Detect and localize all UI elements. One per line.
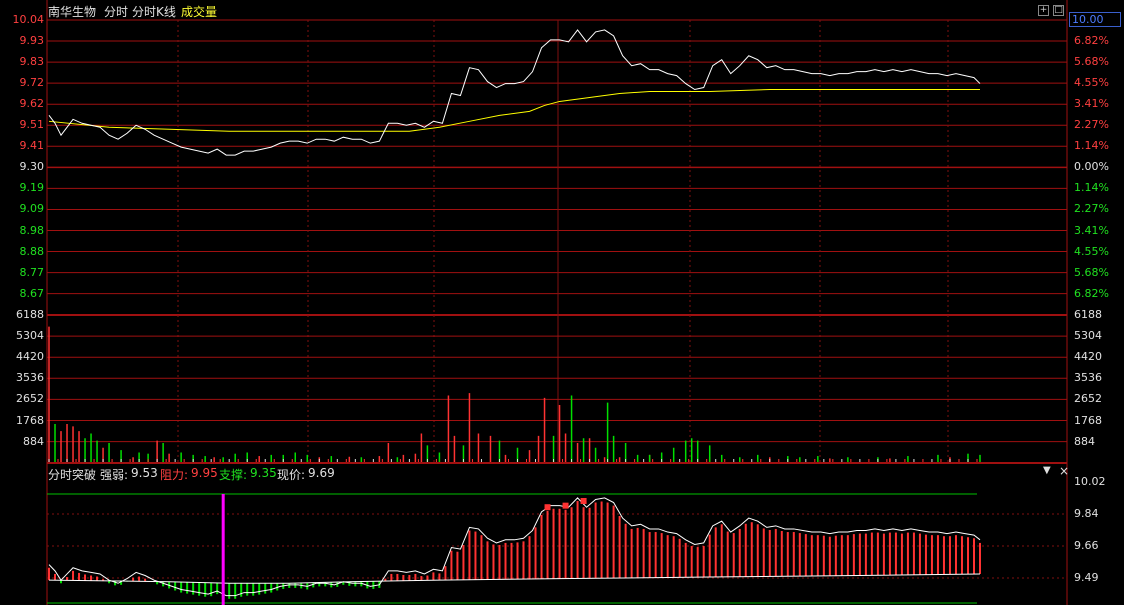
price-tick-label: 10.04 bbox=[12, 13, 45, 26]
volume-tick-right: 3536 bbox=[1074, 371, 1102, 385]
strength-line bbox=[48, 573, 981, 584]
current-price-value: 9.69 bbox=[308, 466, 335, 480]
tab-intraday[interactable]: 分时 bbox=[104, 3, 128, 20]
percent-tick-label: 1.14% bbox=[1074, 181, 1109, 195]
dropdown-icon[interactable]: ▼ bbox=[1043, 465, 1051, 476]
tab-kline[interactable]: 分时K线 bbox=[132, 3, 176, 20]
indicator-name[interactable]: 分时突破 bbox=[48, 466, 96, 483]
percent-tick-label: 5.68% bbox=[1074, 55, 1109, 69]
indicator-price-line bbox=[48, 497, 981, 597]
strength-label: 强弱: bbox=[100, 468, 129, 482]
volume-tick-right: 4420 bbox=[1074, 350, 1102, 364]
volume-tick-right: 884 bbox=[1074, 434, 1095, 448]
window-icon[interactable]: □ bbox=[1053, 5, 1064, 16]
signal-point bbox=[580, 498, 587, 505]
percent-tick-label: 5.68% bbox=[1074, 265, 1109, 279]
percent-tick-label: 4.55% bbox=[1074, 76, 1109, 90]
price-line bbox=[48, 29, 981, 156]
tab-volume[interactable]: 成交量 bbox=[181, 3, 217, 20]
volume-tick-right: 1768 bbox=[1074, 413, 1102, 427]
percent-tick-label: 3.41% bbox=[1074, 223, 1109, 237]
signal-point bbox=[562, 502, 569, 509]
percent-tick-label: 3.41% bbox=[1074, 97, 1109, 111]
price-tick-label: 9.19 bbox=[19, 181, 45, 195]
price-tick-label: 9.72 bbox=[19, 76, 45, 90]
crosshair-price-box: 10.00 bbox=[1069, 12, 1121, 27]
volume-tick-left: 1768 bbox=[16, 413, 44, 427]
intraday-chart-window: 南华生物 分时 分时K线 成交量 + □ 10.00 分时突破 强弱: 9.53… bbox=[0, 0, 1124, 605]
price-tick-label: 9.09 bbox=[19, 202, 45, 216]
support-label: 支撑: bbox=[219, 468, 248, 482]
resistance-value: 9.95 bbox=[191, 466, 218, 480]
percent-tick-label: 1.14% bbox=[1074, 139, 1109, 153]
volume-tick-right: 5304 bbox=[1074, 329, 1102, 343]
price-tick-label: 9.51 bbox=[19, 118, 45, 132]
price-tick-label: 8.98 bbox=[19, 223, 45, 237]
resistance-label: 阻力: bbox=[160, 468, 189, 482]
volume-tick-left: 4420 bbox=[16, 350, 44, 364]
price-tick-label: 8.88 bbox=[19, 244, 45, 258]
volume-tick-left: 3536 bbox=[16, 371, 44, 385]
chart-canvas bbox=[46, 0, 1068, 605]
volume-tick-left: 2652 bbox=[16, 392, 44, 406]
price-tick-label: 9.30 bbox=[19, 160, 45, 174]
signal-point bbox=[544, 504, 551, 511]
indicator-tick-label: 9.49 bbox=[1074, 571, 1099, 584]
percent-tick-label: 2.27% bbox=[1074, 118, 1109, 132]
volume-tick-left: 6188 bbox=[16, 308, 44, 321]
percent-tick-label: 2.27% bbox=[1074, 202, 1109, 216]
percent-tick-label: 0.00% bbox=[1074, 160, 1109, 174]
close-icon[interactable]: × bbox=[1059, 464, 1069, 478]
indicator-tick-label: 9.66 bbox=[1074, 539, 1099, 552]
volume-tick-right: 2652 bbox=[1074, 392, 1102, 406]
price-tick-label: 9.93 bbox=[19, 34, 45, 48]
percent-tick-label: 4.55% bbox=[1074, 244, 1109, 258]
indicator-tick-label: 9.84 bbox=[1074, 507, 1099, 520]
percent-tick-label: 6.82% bbox=[1074, 286, 1109, 300]
strength-value: 9.53 bbox=[131, 466, 158, 480]
add-icon[interactable]: + bbox=[1038, 5, 1049, 16]
volume-tick-left: 5304 bbox=[16, 329, 44, 343]
price-tick-label: 9.41 bbox=[19, 139, 45, 153]
price-tick-label: 9.83 bbox=[19, 55, 45, 69]
support-value: 9.35 bbox=[250, 466, 277, 480]
percent-tick-label: 6.82% bbox=[1074, 34, 1109, 48]
price-tick-label: 9.62 bbox=[19, 97, 45, 111]
volume-tick-right: 6188 bbox=[1074, 308, 1102, 321]
stock-name: 南华生物 bbox=[48, 5, 97, 19]
volume-tick-left: 884 bbox=[23, 434, 44, 448]
current-price-label: 现价: bbox=[277, 468, 306, 482]
price-tick-label: 8.67 bbox=[19, 286, 45, 300]
indicator-tick-label: 10.02 bbox=[1074, 475, 1106, 488]
price-tick-label: 8.77 bbox=[19, 265, 45, 279]
